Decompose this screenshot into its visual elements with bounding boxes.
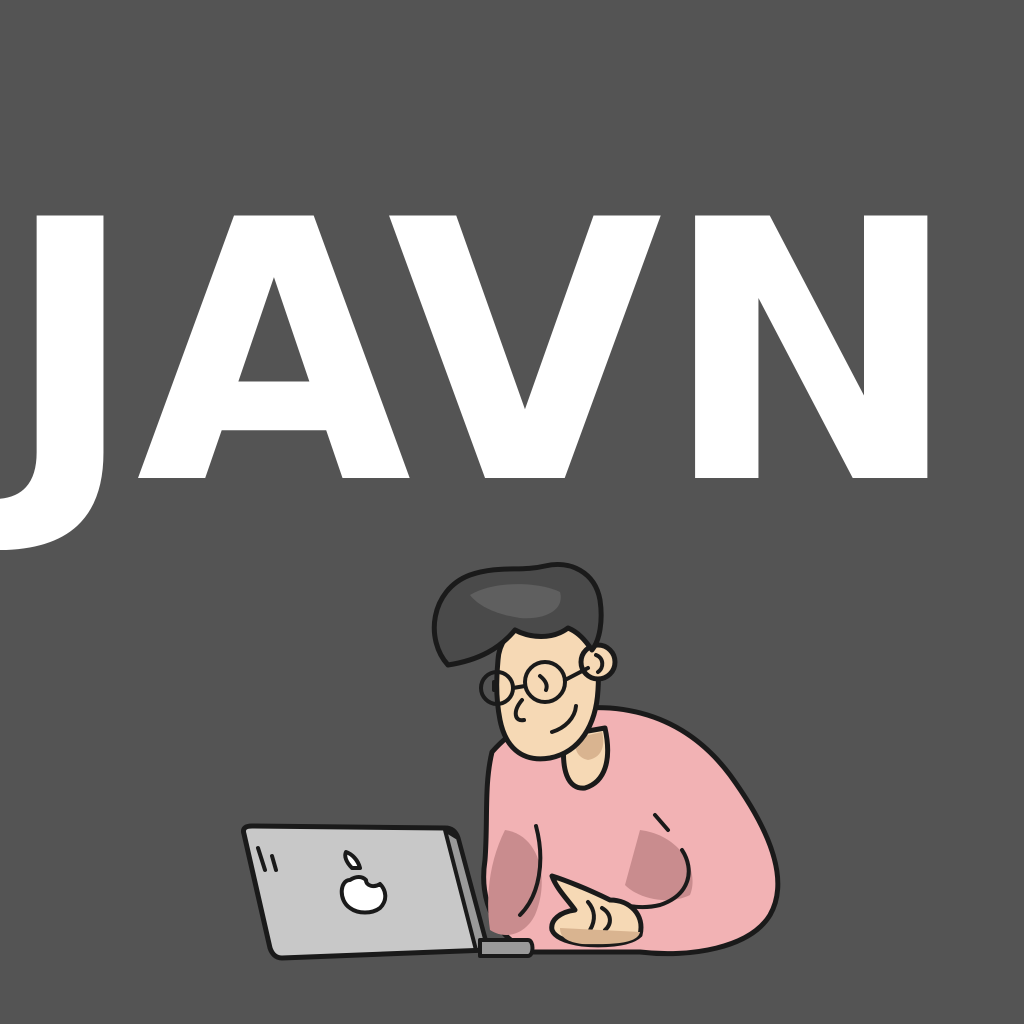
glasses-bridge	[511, 684, 527, 690]
illustration-svg	[241, 562, 781, 961]
person-with-laptop-illustration	[230, 550, 790, 970]
title-text: JAVN	[0, 144, 960, 560]
poster-canvas: JAVN	[0, 0, 1024, 1024]
title-wordmark: JAVN	[0, 140, 1024, 560]
title-svg: JAVN	[0, 144, 960, 560]
laptop-base	[478, 938, 535, 958]
